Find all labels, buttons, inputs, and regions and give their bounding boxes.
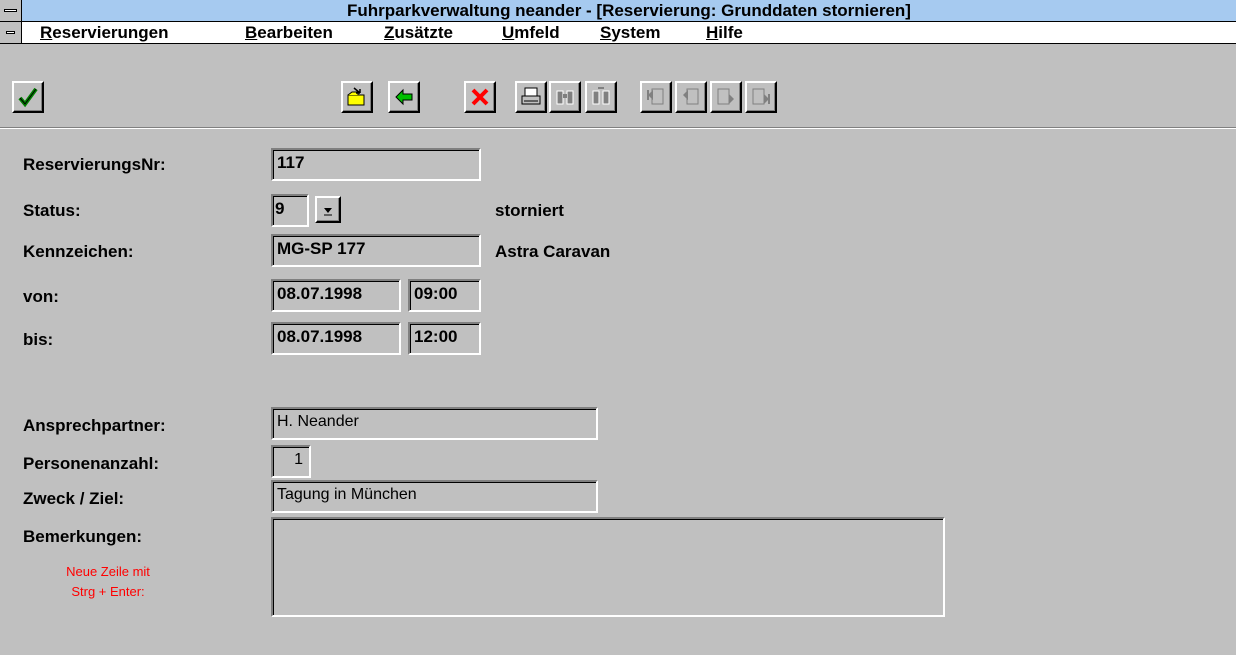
system-menu-icon[interactable] <box>0 0 22 21</box>
title-bar: Fuhrparkverwaltung neander - [Reservieru… <box>0 0 1236 22</box>
delete-x-icon <box>471 88 489 106</box>
newline-hint-line2: Strg + Enter: <box>71 584 145 599</box>
newline-hint-line1: Neue Zeile mit <box>66 564 150 579</box>
first-record-icon <box>647 88 664 105</box>
delete-button[interactable] <box>464 81 496 113</box>
menu-bar: Reservierungen Bearbeiten Zusätzte Umfel… <box>0 22 1236 44</box>
status-label: Status: <box>23 201 81 220</box>
kennzeichen-label: Kennzeichen: <box>23 242 134 261</box>
menu-zusaetzte[interactable]: Zusätzte <box>384 22 453 43</box>
bis-time-field[interactable]: 12:00 <box>408 322 481 355</box>
back-arrow-icon <box>395 88 413 106</box>
von-date-field[interactable]: 08.07.1998 <box>271 279 401 312</box>
last-record-button[interactable] <box>745 81 777 113</box>
document-menu-icon[interactable] <box>0 22 22 43</box>
von-time-field[interactable]: 09:00 <box>408 279 481 312</box>
ansprechpartner-label: Ansprechpartner: <box>23 416 166 435</box>
vehicle-name: Astra Caravan <box>495 242 611 261</box>
search-binoculars-icon <box>556 90 574 105</box>
toolbar-separator <box>0 128 1236 129</box>
menu-bearbeiten[interactable]: Bearbeiten <box>245 22 333 43</box>
kennzeichen-field[interactable]: MG-SP 177 <box>271 234 481 267</box>
zweck-field[interactable]: Tagung in München <box>271 480 598 513</box>
toolbar <box>0 44 1236 128</box>
search-next-button[interactable] <box>585 81 617 113</box>
reservierungsnr-label: ReservierungsNr: <box>23 155 166 174</box>
last-record-icon <box>752 88 770 105</box>
checkmark-icon <box>18 87 38 108</box>
previous-record-button[interactable] <box>675 81 707 113</box>
zweck-label: Zweck / Ziel: <box>23 489 125 508</box>
bemerkungen-textarea[interactable] <box>271 517 945 617</box>
menu-umfeld[interactable]: Umfeld <box>502 22 560 43</box>
previous-record-icon <box>683 88 699 105</box>
bemerkungen-label: Bemerkungen: <box>23 527 143 546</box>
menu-system[interactable]: System <box>600 22 660 43</box>
reservierungsnr-field[interactable]: 117 <box>271 148 481 181</box>
open-folder-icon <box>347 87 365 106</box>
chevron-down-icon <box>324 207 332 215</box>
first-record-button[interactable] <box>640 81 672 113</box>
search-button[interactable] <box>549 81 581 113</box>
status-dropdown-button[interactable] <box>315 196 341 223</box>
next-record-button[interactable] <box>710 81 742 113</box>
menu-hilfe[interactable]: Hilfe <box>706 22 743 43</box>
status-field[interactable]: 9 <box>271 194 309 227</box>
bis-label: bis: <box>23 330 54 349</box>
menu-reservierungen[interactable]: Reservierungen <box>40 22 169 43</box>
personenanzahl-label: Personenanzahl: <box>23 454 160 473</box>
personenanzahl-field[interactable]: 1 <box>271 445 311 478</box>
status-text: storniert <box>495 201 564 220</box>
confirm-button[interactable] <box>12 81 44 113</box>
von-label: von: <box>23 287 59 306</box>
ansprechpartner-field[interactable]: H. Neander <box>271 407 598 440</box>
bis-date-field[interactable]: 08.07.1998 <box>271 322 401 355</box>
open-button[interactable] <box>341 81 373 113</box>
print-icon <box>521 87 541 105</box>
search-next-icon <box>592 87 610 105</box>
window-title: Fuhrparkverwaltung neander - [Reservieru… <box>347 1 911 20</box>
print-button[interactable] <box>515 81 547 113</box>
next-record-icon <box>717 88 734 105</box>
back-button[interactable] <box>388 81 420 113</box>
